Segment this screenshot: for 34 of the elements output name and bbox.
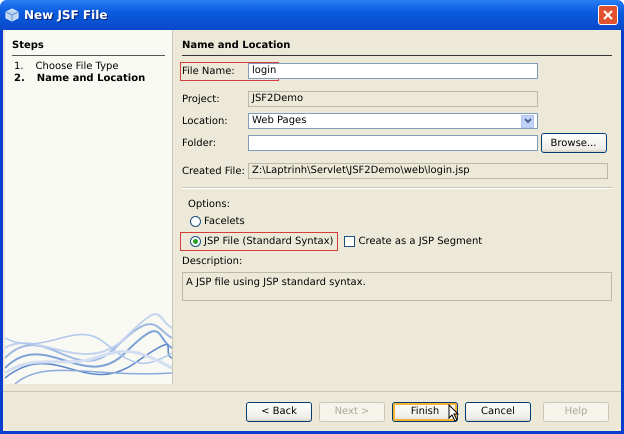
- field-label: Location:: [182, 114, 229, 128]
- close-icon: [603, 10, 613, 20]
- highlighted-radio-option[interactable]: JSP File (Standard Syntax): [182, 234, 336, 249]
- step-label: Choose File Type: [36, 61, 119, 73]
- field-label: Project:: [182, 92, 221, 106]
- file-name-field[interactable]: login: [248, 63, 538, 79]
- readonly-field: JSF2Demo: [248, 91, 538, 107]
- steps-heading: Steps: [12, 38, 165, 56]
- cursor-icon: [448, 404, 460, 422]
- dropdown-value: Web Pages: [252, 114, 306, 128]
- window-title: New JSF File: [24, 7, 108, 24]
- close-button[interactable]: [598, 5, 618, 25]
- location-dropdown[interactable]: Web Pages: [248, 113, 538, 129]
- cube-icon: [5, 8, 19, 22]
- field-label: Folder:: [182, 136, 218, 150]
- dialog-button[interactable]: Cancel: [465, 402, 531, 422]
- checkbox-option[interactable]: Create as a JSP Segment: [344, 234, 482, 249]
- readonly-field: Z:\Laptrinh\Servlet\JSF2Demo\web\login.jsp: [248, 163, 608, 179]
- step-label: Name and Location: [36, 73, 146, 85]
- step-number: 2.: [14, 73, 25, 85]
- dialog-button[interactable]: Finish: [392, 402, 458, 422]
- radio-option[interactable]: Facelets: [182, 214, 245, 229]
- options-label: Options:: [188, 198, 231, 212]
- browse-button[interactable]: Browse...: [540, 133, 606, 153]
- description-box: A JSP file using JSP standard syntax.: [182, 272, 612, 300]
- field-label: Created File:: [182, 164, 246, 178]
- step-number: 1.: [14, 61, 24, 73]
- dialog-button: Help: [543, 402, 609, 422]
- description-label: Description:: [182, 255, 244, 269]
- folder-field[interactable]: [248, 135, 538, 151]
- dialog-button[interactable]: < Back: [246, 402, 312, 422]
- dialog-button: Next >: [319, 402, 385, 422]
- field-label: File Name:: [182, 64, 236, 78]
- section-heading: Name and Location: [182, 38, 612, 56]
